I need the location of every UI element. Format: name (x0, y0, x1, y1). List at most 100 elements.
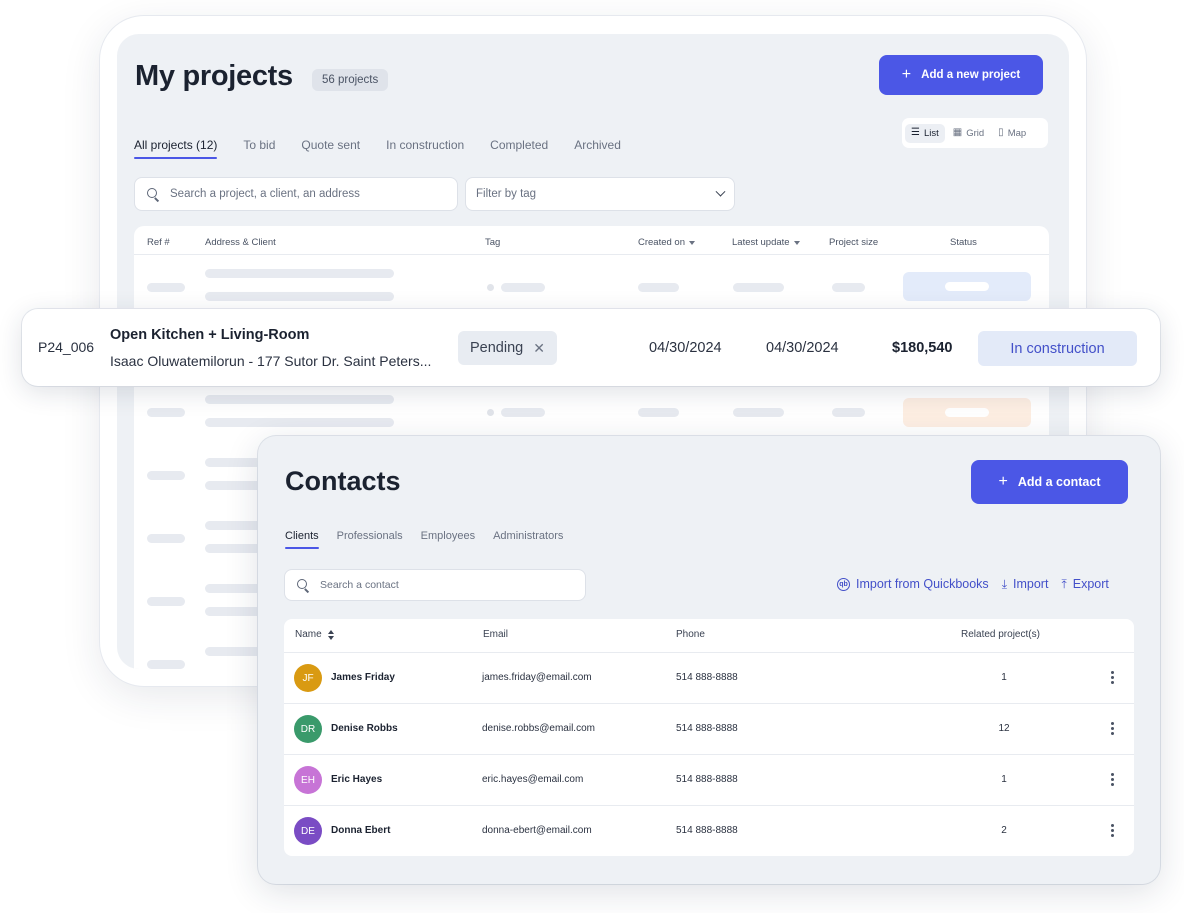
header-divider (134, 254, 1049, 255)
tab-to-bid[interactable]: To bid (243, 138, 275, 159)
project-ref: P24_006 (38, 339, 95, 355)
contact-actions: qb Import from Quickbooks ⤓ Import ⤒ Exp… (837, 577, 1109, 591)
tab-all-projects[interactable]: All projects (12) (134, 138, 218, 159)
col-status[interactable]: Status (950, 237, 977, 248)
project-tag-chip: Pending ✕ (458, 331, 557, 365)
contact-tabs: Clients Professionals Employees Administ… (285, 530, 563, 549)
col-project-size-label: Project size (829, 237, 879, 248)
col-address-client-label: Address & Client (205, 237, 276, 248)
quickbooks-icon: qb (837, 577, 850, 591)
contact-email: donna-ebert@email.com (482, 825, 592, 836)
contact-row[interactable]: DR Denise Robbs denise.robbs@email.com 5… (284, 703, 1134, 754)
contact-row[interactable]: DE Donna Ebert donna-ebert@email.com 514… (284, 805, 1134, 856)
export-button[interactable]: ⤒ Export (1061, 577, 1108, 591)
col-phone[interactable]: Phone (676, 629, 705, 640)
view-grid-button[interactable]: ▦ Grid (947, 124, 990, 143)
view-toggle: ☰ List ▦ Grid ▯ Map (902, 118, 1048, 148)
import-button[interactable]: ⤓ Import (1002, 577, 1049, 591)
project-search-input[interactable]: Search a project, a client, an address (134, 177, 458, 211)
contact-email: eric.hayes@email.com (482, 774, 584, 785)
tab-archived[interactable]: Archived (574, 138, 621, 159)
add-project-label: Add a new project (921, 69, 1021, 81)
plus-icon: + (901, 66, 912, 83)
tab-administrators[interactable]: Administrators (493, 530, 563, 549)
avatar: EH (294, 766, 322, 794)
import-label: Import (1013, 577, 1049, 591)
contacts-panel: Contacts + Add a contact Clients Profess… (258, 436, 1160, 884)
more-options-icon[interactable] (1106, 718, 1118, 738)
tab-employees[interactable]: Employees (421, 530, 475, 549)
avatar: JF (294, 664, 322, 692)
tab-clients[interactable]: Clients (285, 530, 319, 549)
contact-search-input[interactable]: Search a contact (284, 569, 586, 601)
col-latest-update[interactable]: Latest update (732, 237, 800, 248)
contact-row[interactable]: JF James Friday james.friday@email.com 5… (284, 652, 1134, 703)
avatar: DE (294, 817, 322, 845)
sort-icon (327, 629, 334, 640)
contact-related-projects: 2 (1001, 825, 1007, 836)
add-contact-button[interactable]: + Add a contact (971, 460, 1128, 504)
tab-completed[interactable]: Completed (490, 138, 548, 159)
col-email-label: Email (483, 629, 509, 640)
project-created-on: 04/30/2024 (649, 340, 722, 356)
upload-icon: ⤒ (1061, 577, 1067, 591)
search-icon (147, 187, 160, 201)
project-tabs: All projects (12) To bid Quote sent In c… (134, 138, 621, 159)
tag-filter-select[interactable]: Filter by tag (465, 177, 735, 211)
contact-phone: 514 888-8888 (676, 774, 738, 785)
col-status-label: Status (950, 237, 977, 248)
contact-search-placeholder: Search a contact (320, 579, 399, 591)
project-size: $180,540 (892, 340, 953, 356)
col-name[interactable]: Name (295, 629, 334, 640)
contact-related-projects: 1 (1001, 774, 1007, 785)
view-grid-label: Grid (966, 127, 985, 139)
tag-filter-placeholder: Filter by tag (476, 188, 537, 200)
list-icon: ☰ (911, 127, 920, 138)
grid-icon: ▦ (952, 127, 963, 138)
more-options-icon[interactable] (1106, 769, 1118, 789)
view-map-button[interactable]: ▯ Map (992, 124, 1032, 143)
import-quickbooks-button[interactable]: qb Import from Quickbooks (837, 577, 989, 591)
sort-down-icon (689, 240, 696, 245)
close-icon[interactable]: ✕ (533, 340, 545, 357)
contact-row[interactable]: EH Eric Hayes eric.hayes@email.com 514 8… (284, 754, 1134, 805)
col-ref[interactable]: Ref # (147, 237, 170, 248)
contacts-title: Contacts (285, 466, 401, 496)
tab-quote-sent[interactable]: Quote sent (301, 138, 360, 159)
project-title: Open Kitchen + Living-Room (110, 327, 310, 343)
col-address-client[interactable]: Address & Client (205, 237, 276, 248)
col-related-projects-label: Related project(s) (961, 629, 1040, 640)
sort-down-icon (793, 240, 800, 245)
project-count-badge: 56 projects (312, 69, 389, 91)
project-row-highlighted[interactable]: P24_006 Open Kitchen + Living-Room Isaac… (22, 309, 1160, 386)
plus-icon: + (998, 473, 1008, 490)
more-options-icon[interactable] (1106, 820, 1118, 840)
contact-email: james.friday@email.com (482, 672, 592, 683)
tab-professionals[interactable]: Professionals (337, 530, 403, 549)
more-options-icon[interactable] (1106, 667, 1118, 687)
contact-related-projects: 12 (998, 723, 1010, 734)
download-icon: ⤓ (1001, 577, 1007, 591)
col-related-projects[interactable]: Related project(s) (961, 629, 1040, 640)
page-title: My projects (135, 60, 293, 92)
add-project-button[interactable]: + Add a new project (879, 55, 1043, 95)
map-icon: ▯ (998, 127, 1004, 138)
project-tag-label: Pending (470, 340, 524, 356)
contact-phone: 514 888-8888 (676, 825, 738, 836)
col-ref-label: Ref # (147, 237, 170, 248)
col-project-size[interactable]: Project size (829, 237, 878, 248)
project-search-placeholder: Search a project, a client, an address (170, 188, 360, 200)
project-latest-update: 04/30/2024 (766, 340, 839, 356)
col-tag[interactable]: Tag (485, 237, 500, 248)
status-badge: In construction (978, 331, 1137, 366)
view-map-label: Map (1007, 127, 1027, 139)
view-list-button[interactable]: ☰ List (905, 123, 945, 143)
chevron-down-icon (715, 186, 726, 197)
col-phone-label: Phone (676, 629, 705, 640)
col-created-on[interactable]: Created on (638, 237, 696, 248)
contact-phone: 514 888-8888 (676, 723, 738, 734)
contact-name: Eric Hayes (331, 774, 383, 785)
tab-in-construction[interactable]: In construction (386, 138, 464, 159)
search-icon (297, 578, 310, 592)
col-email[interactable]: Email (483, 629, 508, 640)
